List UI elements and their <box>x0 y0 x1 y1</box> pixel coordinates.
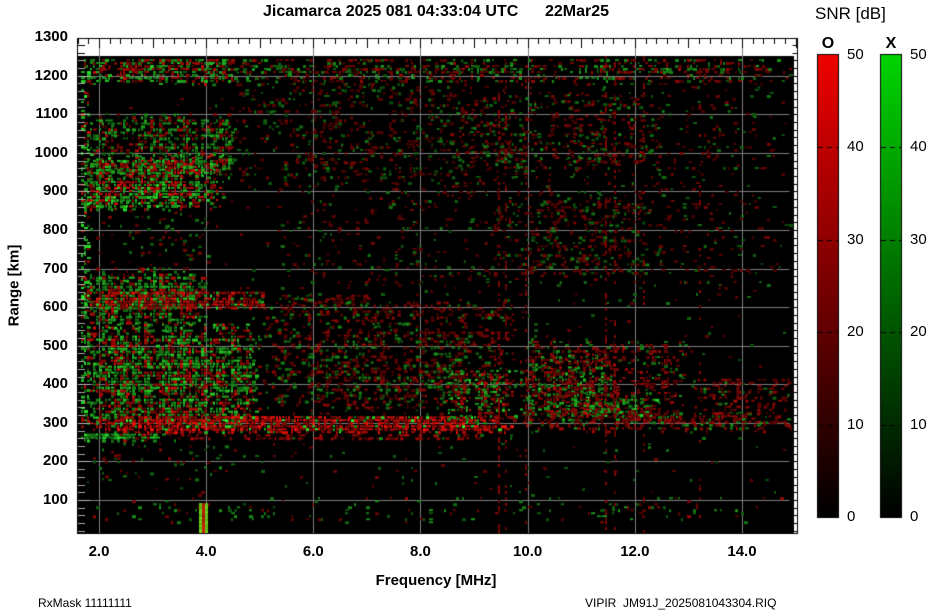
filename-text: VIPIR JM91J_2025081043304.RIQ <box>585 596 777 610</box>
y-tick-label: 1100 <box>35 105 68 123</box>
colorbar-o-mode-label: O <box>821 35 835 52</box>
y-tick-label: 1200 <box>34 66 68 84</box>
colorbar-tick-label: 50 <box>910 46 927 63</box>
y-tick-label: 500 <box>42 336 68 354</box>
ionogram-plot-canvas <box>0 0 932 614</box>
ionogram-figure: Jicamarca 2025 081 04:33:04 UTC 22Mar25 … <box>0 0 932 614</box>
y-tick-label: 200 <box>42 452 68 470</box>
y-tick-label: 700 <box>42 259 68 277</box>
x-tick-label: 4.0 <box>195 543 217 560</box>
plot-title: Jicamarca 2025 081 04:33:04 UTC 22Mar25 <box>262 3 609 20</box>
rxmask-text: RxMask 11111111 <box>38 596 132 610</box>
y-tick-label: 1000 <box>34 143 68 161</box>
y-tick-label: 100 <box>42 491 68 508</box>
colorbar-tick-label: 0 <box>847 508 856 525</box>
colorbar-tick-label: 10 <box>847 415 864 433</box>
y-tick-label: 300 <box>42 413 68 431</box>
colorbar-tick-label: 30 <box>910 230 927 248</box>
colorbar-x-mode-label: X <box>885 35 897 52</box>
x-tick-label: 2.0 <box>88 543 110 560</box>
y-tick-label: 800 <box>42 221 68 238</box>
colorbar-tick-label: 10 <box>910 415 927 433</box>
x-tick-label: 14.0 <box>727 543 757 560</box>
colorbar-tick-label: 0 <box>910 508 919 525</box>
y-tick-label: 400 <box>42 375 68 393</box>
y-tick-label: 1300 <box>34 28 68 46</box>
colorbar-tick-label: 30 <box>847 230 864 248</box>
colorbar-tick-label: 20 <box>847 323 864 341</box>
x-tick-label: 10.0 <box>513 543 543 560</box>
colorbar-tick-label: 40 <box>910 138 927 156</box>
colorbar-tick-label: 40 <box>847 138 864 156</box>
colorbar-tick-label: 20 <box>910 323 927 341</box>
x-tick-label: 8.0 <box>410 543 431 560</box>
x-tick-label: 12.0 <box>620 543 650 560</box>
x-tick-label: 6.0 <box>302 543 324 560</box>
y-tick-label: 600 <box>42 298 68 316</box>
x-axis-label: Frequency [MHz] <box>375 572 497 589</box>
y-axis-label: Range [km] <box>5 244 23 327</box>
colorbar-title: SNR [dB] <box>815 4 886 23</box>
colorbar-tick-label: 50 <box>847 46 864 63</box>
y-tick-label: 900 <box>42 182 68 200</box>
